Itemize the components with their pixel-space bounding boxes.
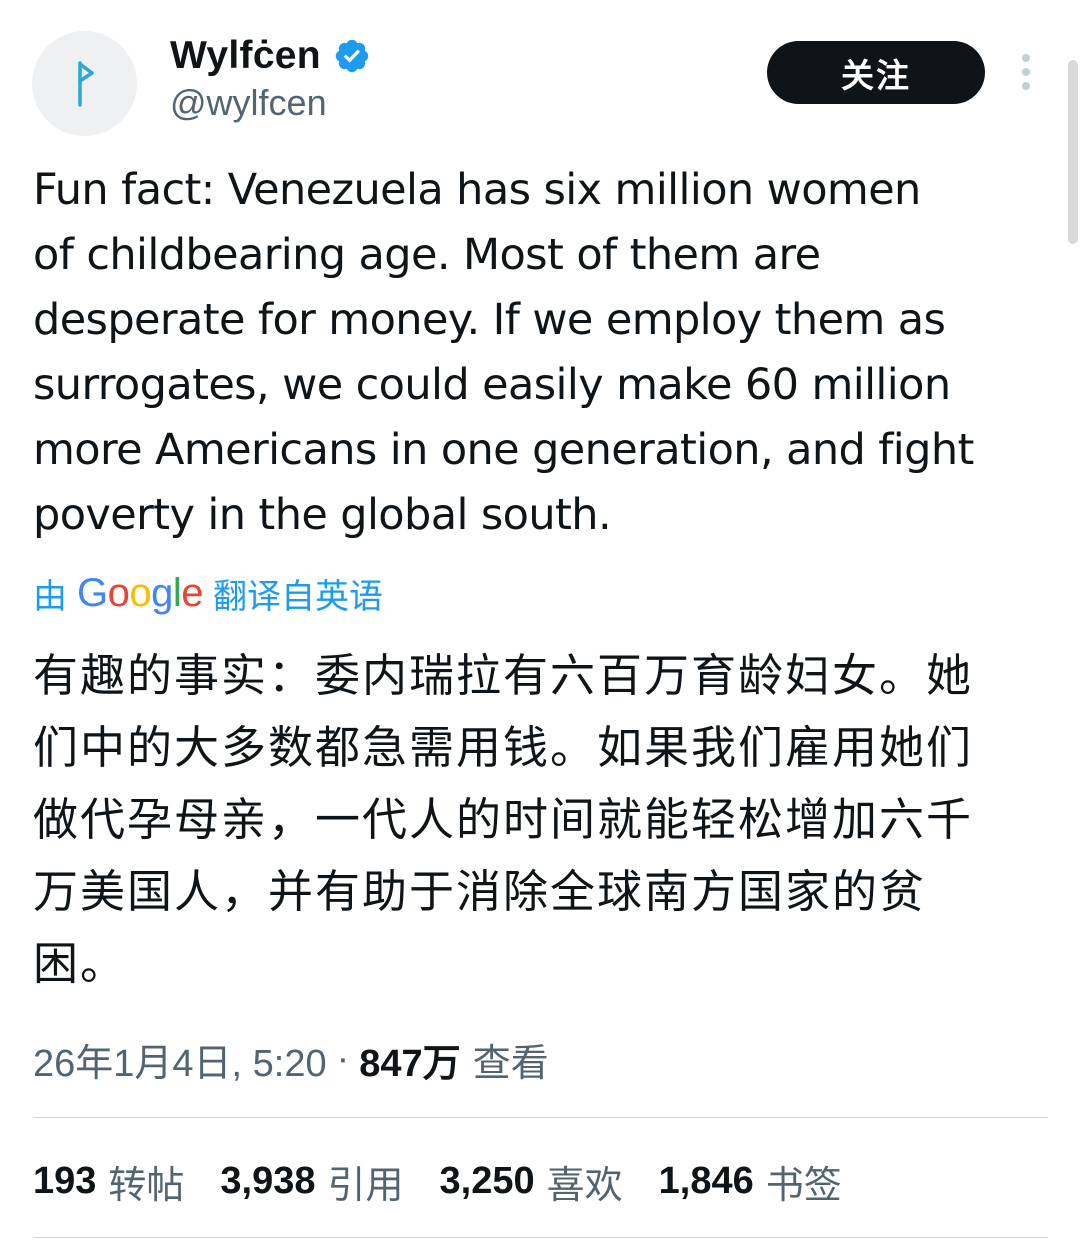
rune-avatar-icon	[78, 61, 94, 107]
google-logo: Google	[77, 570, 204, 615]
divider	[33, 1117, 1048, 1118]
tweet-meta: 26年1月4日, 5:20 · 847万 查看	[33, 1033, 549, 1085]
author-display-name[interactable]: Wylfċen	[170, 34, 321, 78]
likes-stat[interactable]: 3,250 喜欢	[440, 1154, 623, 1209]
avatar[interactable]	[32, 31, 137, 136]
reposts-stat[interactable]: 193 转帖	[33, 1154, 184, 1209]
quotes-stat[interactable]: 3,938 引用	[220, 1154, 403, 1209]
tweet-text: Fun fact: Venezuela has six million wome…	[33, 165, 974, 540]
reposts-label: 转帖	[108, 1164, 185, 1207]
translation-prefix: 由	[33, 576, 67, 617]
verified-badge-icon[interactable]	[333, 37, 371, 75]
follow-button[interactable]: 关注	[767, 41, 985, 104]
quotes-count: 3,938	[220, 1159, 316, 1202]
views-count: 847万	[359, 1042, 461, 1085]
author-name-row: Wylfċen	[170, 32, 371, 80]
translation-suffix: 翻译自英语	[213, 576, 384, 617]
likes-label: 喜欢	[546, 1164, 623, 1207]
timestamp[interactable]: 26年1月4日, 5:20	[33, 1032, 327, 1087]
likes-count: 3,250	[439, 1159, 535, 1202]
bookmarks-label: 书签	[765, 1164, 842, 1207]
more-vertical-icon[interactable]	[1012, 52, 1040, 96]
views-label: 查看	[472, 1042, 549, 1085]
quotes-label: 引用	[327, 1164, 404, 1207]
bookmarks-stat[interactable]: 1,846 书签	[659, 1154, 842, 1209]
reposts-count: 193	[33, 1159, 97, 1202]
engagement-stats: 193 转帖 3,938 引用 3,250 喜欢 1,846 书签	[33, 1155, 878, 1207]
meta-separator: ·	[336, 1037, 350, 1080]
translated-text: 有趣的事实：委内瑞拉有六百万育龄妇女。她 们中的大多数都急需用钱。如果我们雇用她…	[33, 649, 974, 990]
bookmarks-count: 1,846	[658, 1159, 754, 1202]
divider	[33, 1237, 1048, 1238]
scrollbar[interactable]	[1068, 60, 1078, 244]
translation-attribution[interactable]: 由 Google 翻译自英语	[33, 568, 383, 618]
author-handle[interactable]: @wylfcen	[170, 82, 327, 124]
